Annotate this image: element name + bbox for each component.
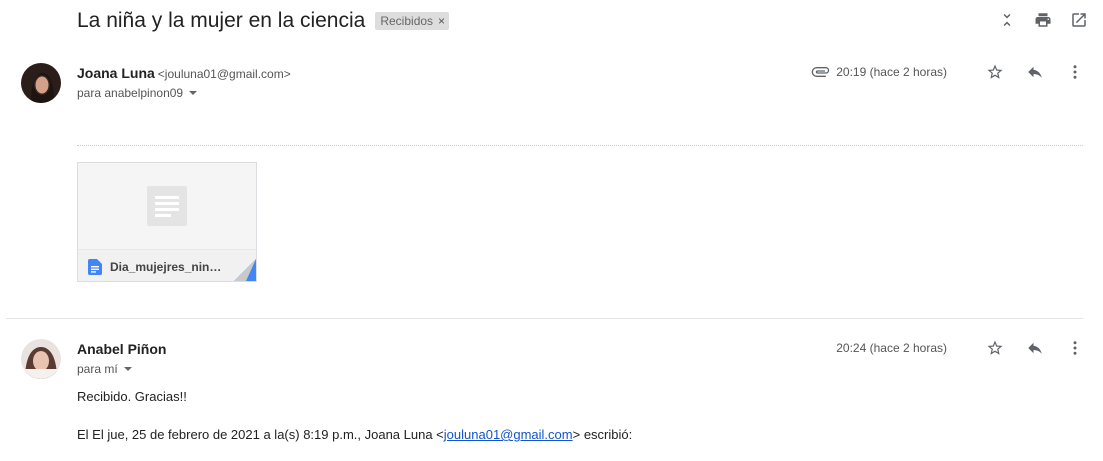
message-time[interactable]: 20:24 (hace 2 horas) bbox=[836, 341, 947, 355]
recipient-text: para mí bbox=[77, 362, 118, 376]
message-divider bbox=[6, 318, 1083, 319]
avatar-anabel-pinon[interactable] bbox=[21, 339, 61, 379]
remove-label-button[interactable]: × bbox=[438, 14, 445, 28]
subject-bar: La niña y la mujer en la ciencia Recibid… bbox=[77, 7, 450, 35]
chevron-down-icon[interactable] bbox=[189, 91, 198, 95]
quote-prefix: El El jue, 25 de febrero de 2021 a la(s)… bbox=[77, 427, 444, 442]
label-chip-recibidos[interactable]: Recibidos × bbox=[375, 12, 450, 30]
attachment-divider bbox=[77, 145, 1083, 146]
collapse-all-icon[interactable] bbox=[997, 10, 1017, 30]
avatar-joana-luna[interactable] bbox=[21, 63, 61, 103]
print-icon[interactable] bbox=[1033, 10, 1053, 30]
recipient-line: para mí bbox=[77, 362, 132, 376]
star-icon[interactable] bbox=[985, 62, 1005, 82]
google-doc-icon bbox=[88, 258, 102, 275]
message-body-line: Recibido. Gracias!! bbox=[77, 389, 187, 404]
more-options-icon[interactable] bbox=[1065, 62, 1085, 82]
attachment-filename: Dia_mujejres_ninas... bbox=[110, 259, 224, 274]
label-chip-text: Recibidos bbox=[380, 14, 434, 28]
attachment-clip-icon bbox=[810, 65, 830, 79]
recipient-text: para anabelpinon09 bbox=[77, 86, 184, 100]
sender-line: Anabel Piñon bbox=[77, 341, 166, 357]
open-new-window-icon[interactable] bbox=[1069, 10, 1089, 30]
more-options-icon[interactable] bbox=[1065, 338, 1085, 358]
quote-email-link[interactable]: jouluna01@gmail.com bbox=[444, 427, 573, 442]
quote-suffix: > escribió: bbox=[572, 427, 633, 442]
sender-line: Joana Luna <jouluna01@gmail.com> bbox=[77, 65, 291, 81]
doc-type-corner-icon bbox=[234, 259, 256, 281]
chevron-down-icon[interactable] bbox=[123, 367, 132, 371]
message-meta: 20:19 (hace 2 horas) bbox=[810, 62, 1085, 82]
star-icon[interactable] bbox=[985, 338, 1005, 358]
message-meta: 20:24 (hace 2 horas) bbox=[836, 338, 1085, 358]
quoted-header: El El jue, 25 de febrero de 2021 a la(s)… bbox=[77, 427, 632, 442]
attachment-card[interactable]: Dia_mujejres_ninas... bbox=[77, 162, 257, 282]
attachment-preview bbox=[78, 163, 256, 249]
email-subject: La niña y la mujer en la ciencia bbox=[77, 9, 366, 32]
sender-name[interactable]: Joana Luna bbox=[77, 65, 155, 81]
sender-email: <jouluna01@gmail.com> bbox=[157, 67, 291, 81]
reply-icon[interactable] bbox=[1025, 62, 1045, 82]
message-time[interactable]: 20:19 (hace 2 horas) bbox=[836, 65, 947, 79]
attachment-footer: Dia_mujejres_ninas... bbox=[78, 249, 256, 281]
recipient-line: para anabelpinon09 bbox=[77, 86, 198, 100]
reply-icon[interactable] bbox=[1025, 338, 1045, 358]
thread-actions bbox=[997, 10, 1089, 30]
sender-name[interactable]: Anabel Piñon bbox=[77, 341, 166, 357]
document-thumbnail-icon bbox=[147, 186, 187, 226]
